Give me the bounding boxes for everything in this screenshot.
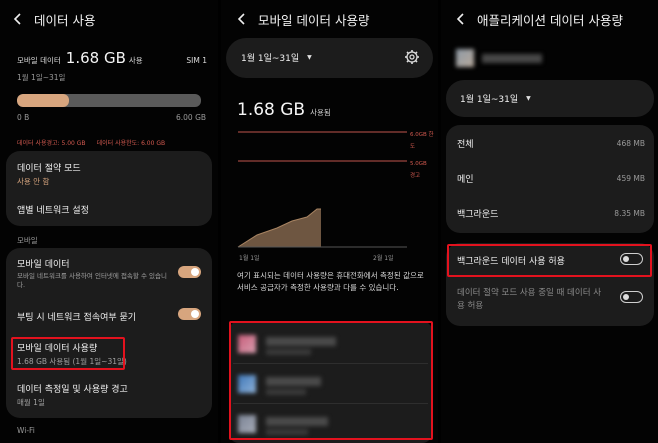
row-background-value: 8.35 MB xyxy=(614,209,645,218)
x-start-label: 1월 1일 xyxy=(239,255,260,262)
app-network-settings[interactable]: 앱별 네트워크 설정 xyxy=(17,203,89,216)
header: 모바일 데이터 사용량 xyxy=(234,9,369,29)
saver-allow-toggle[interactable] xyxy=(620,291,643,303)
usage-breakdown: 전체 468 MB 메인 459 MB 백그라운드 8.35 MB xyxy=(446,125,654,233)
mobile-data-title: 모바일 데이터 xyxy=(17,260,70,270)
page-title: 데이터 사용 xyxy=(34,12,96,28)
usage-period: 1월 1일~31일 xyxy=(17,73,66,82)
measure-cycle-item[interactable]: 데이터 측정일 및 사용량 경고 매월 1일 xyxy=(17,382,128,408)
row-total-value: 468 MB xyxy=(616,139,645,148)
warning-label: 5.0GB 경고 xyxy=(410,156,432,180)
usage-note: 여기 표시되는 데이터 사용량은 휴대전화에서 측정된 값으로 서비스 공급자가… xyxy=(237,271,424,292)
sim-label: SIM 1 xyxy=(186,56,207,65)
warning-info: 데이터 사용경고: 5.00 GB xyxy=(17,140,86,147)
header: 애플리케이션 데이터 사용량 xyxy=(453,9,623,29)
x-end-label: 2월 1일 xyxy=(373,255,394,262)
section-mobile: 모바일 xyxy=(17,236,38,245)
bar-min-label: 0 B xyxy=(17,113,30,122)
period-card: 1월 1일~31일 ▼ xyxy=(446,80,654,117)
saver-allow-label[interactable]: 데이터 절약 모드 사용 중일 때 데이터 사용 허용 xyxy=(457,287,607,313)
usage-suffix: 사용 xyxy=(128,56,143,65)
limit-label-text: 6.0GB 한도 xyxy=(410,132,434,150)
period-dropdown[interactable]: 1월 1일~31일 ▼ xyxy=(460,92,531,105)
data-saver-item[interactable]: 데이터 절약 모드 사용 안 함 xyxy=(17,161,81,187)
row-background: 백그라운드 8.35 MB xyxy=(457,207,645,220)
highlight-usage xyxy=(11,337,125,370)
measure-cycle-title: 데이터 측정일 및 사용량 경고 xyxy=(17,385,128,395)
row-main-label: 메인 xyxy=(457,175,474,185)
page-title: 모바일 데이터 사용량 xyxy=(258,12,370,28)
app-name-blur xyxy=(482,54,542,63)
period-card: 1월 1일~31일 ▼ xyxy=(226,38,433,78)
mobile-data-item[interactable]: 모바일 데이터 모바일 네트워크를 사용하여 인터넷에 접속할 수 있습니다. xyxy=(17,257,167,290)
used-amount: 1.68 GB xyxy=(237,100,306,120)
page-title: 애플리케이션 데이터 사용량 xyxy=(477,12,623,28)
warning-label-text: 5.0GB 경고 xyxy=(410,161,427,179)
usage-chart-svg xyxy=(237,131,407,248)
app-usage-panel: 애플리케이션 데이터 사용량 1월 1일~31일 ▼ 전체 468 MB 메인 … xyxy=(441,0,658,443)
mobile-data-label: 모바일 데이터 xyxy=(17,56,61,65)
usage-summary: 모바일 데이터 1.68 GB 사용 SIM 1 xyxy=(17,49,207,67)
row-main: 메인 459 MB xyxy=(457,172,645,185)
limit-info: 데이터 사용경고: 5.00 GB 데이터 사용한도: 6.00 GB xyxy=(17,130,165,149)
row-total-label: 전체 xyxy=(457,140,474,150)
used-summary: 1.68 GB 사용됨 xyxy=(237,100,331,120)
section-wifi: Wi-Fi xyxy=(17,426,35,435)
measure-cycle-desc: 매월 1일 xyxy=(17,398,45,407)
row-main-value: 459 MB xyxy=(616,174,645,183)
mobile-card: 모바일 데이터 모바일 네트워크를 사용하여 인터넷에 접속할 수 있습니다. … xyxy=(6,248,212,418)
data-saver-state: 사용 안 함 xyxy=(17,177,50,186)
roaming-item[interactable]: 부팅 시 네트워크 접속여부 묻기 xyxy=(17,310,136,323)
app-icon xyxy=(456,49,474,67)
dropdown-caret-icon: ▼ xyxy=(526,95,531,102)
usage-chart: 6.0GB 한도 5.0GB 경고 xyxy=(237,125,437,250)
row-total: 전체 468 MB xyxy=(457,137,645,150)
header: 데이터 사용 xyxy=(10,9,95,29)
mobile-usage-panel: 모바일 데이터 사용량 1월 1일~31일 ▼ 1.68 GB 사용됨 6.0G… xyxy=(221,0,438,443)
data-usage-panel: 데이터 사용 모바일 데이터 1.68 GB 사용 SIM 1 1월 1일~31… xyxy=(0,0,218,443)
usage-bar-fill xyxy=(17,94,69,107)
period-value: 1월 1일~31일 xyxy=(460,95,519,105)
back-arrow-icon[interactable] xyxy=(234,11,250,27)
dropdown-caret-icon: ▼ xyxy=(307,54,312,61)
period-value: 1월 1일~31일 xyxy=(241,54,300,64)
limit-info-text: 데이터 사용한도: 6.00 GB xyxy=(96,140,166,147)
usage-area xyxy=(238,209,321,247)
data-saver-title: 데이터 절약 모드 xyxy=(17,164,81,174)
back-arrow-icon[interactable] xyxy=(453,11,469,27)
app-identity xyxy=(456,49,576,71)
roaming-toggle[interactable] xyxy=(178,308,201,320)
highlight-background-toggle xyxy=(447,244,652,277)
period-dropdown[interactable]: 1월 1일~31일 ▼ xyxy=(241,51,312,64)
saver-card: 데이터 절약 모드 사용 안 함 앱별 네트워크 설정 xyxy=(6,151,212,226)
mobile-data-toggle[interactable] xyxy=(178,266,201,278)
mobile-data-desc: 모바일 네트워크를 사용하여 인터넷에 접속할 수 있습니다. xyxy=(17,272,167,289)
usage-amount: 1.68 GB xyxy=(65,49,126,67)
usage-bar xyxy=(17,94,201,107)
highlight-app-list xyxy=(229,321,433,440)
back-arrow-icon[interactable] xyxy=(10,11,26,27)
used-suffix: 사용됨 xyxy=(310,108,331,117)
limit-label: 6.0GB 한도 xyxy=(410,127,437,151)
gear-icon[interactable] xyxy=(404,49,420,65)
row-background-label: 백그라운드 xyxy=(457,210,499,220)
bar-max-label: 6.00 GB xyxy=(176,113,207,122)
